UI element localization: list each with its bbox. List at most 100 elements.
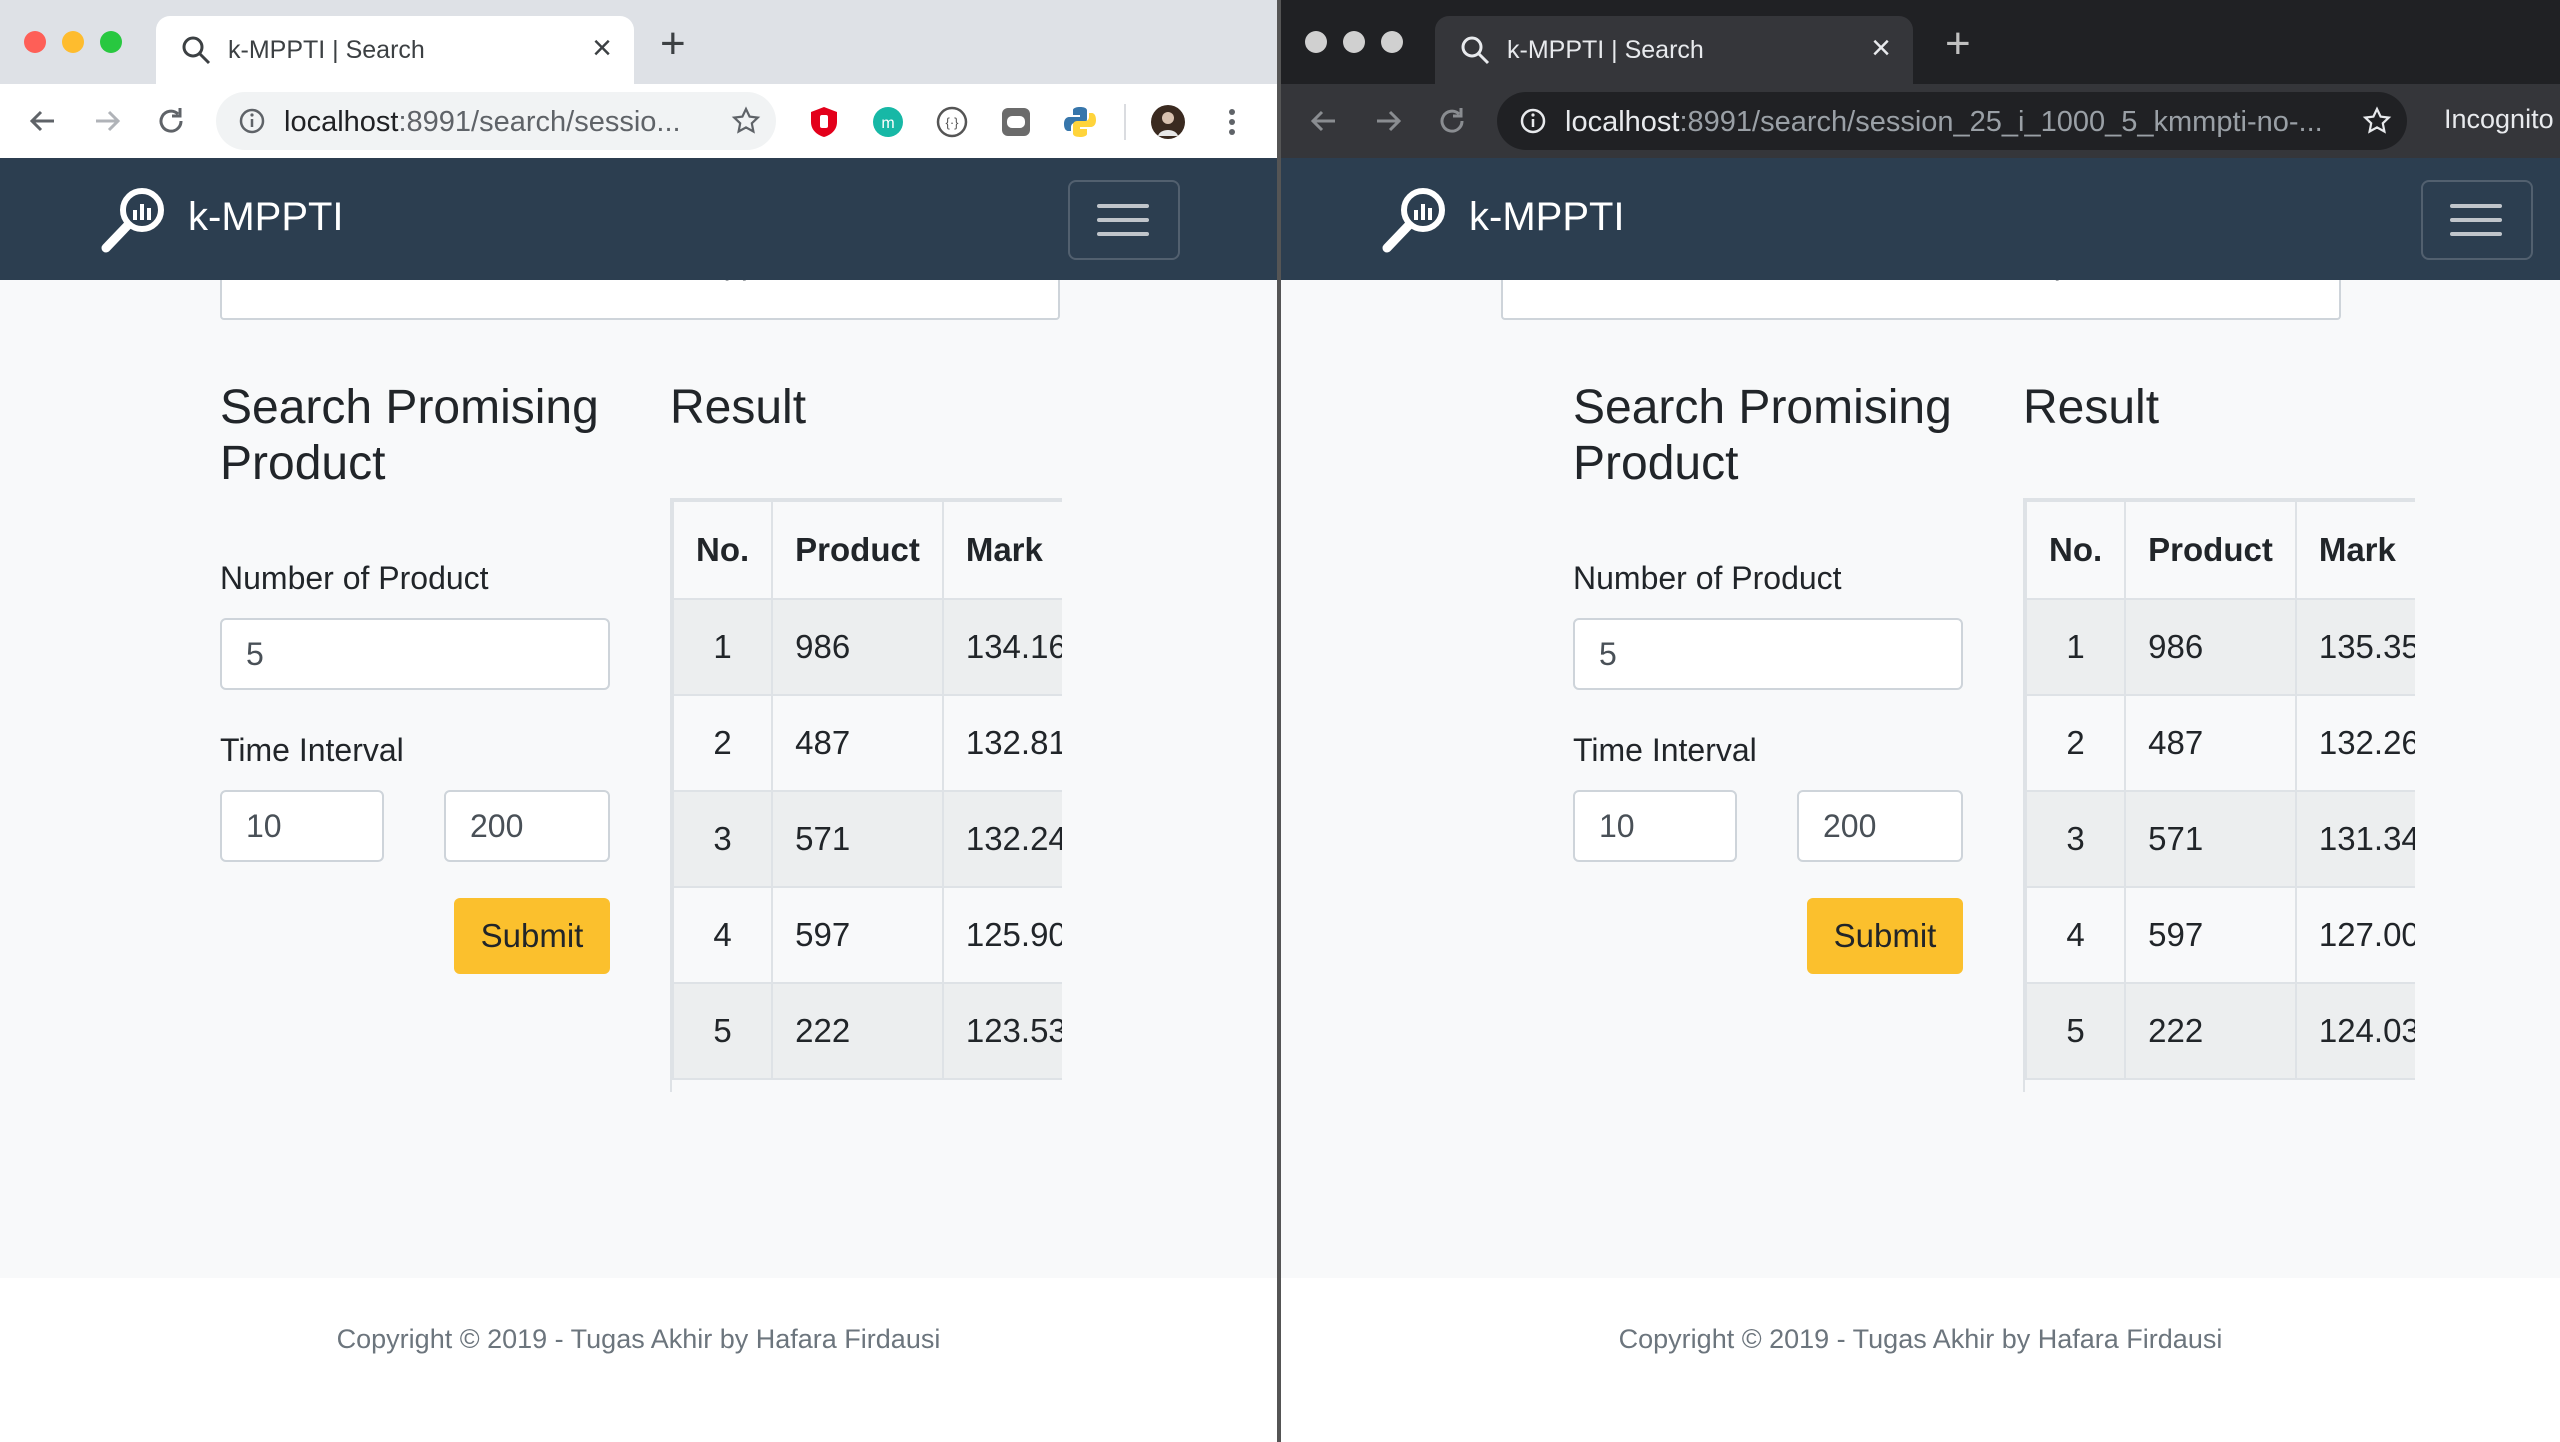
number-of-product-input[interactable]: 5 <box>1573 618 1963 690</box>
bookmark-star-icon[interactable] <box>730 105 762 137</box>
navbar: k-MPPTI <box>0 158 1277 280</box>
result-heading: Result <box>670 381 807 434</box>
navbar-toggle-button[interactable] <box>1068 180 1180 260</box>
minimize-window-button[interactable] <box>1343 31 1365 53</box>
address-bar[interactable]: localhost:8991/search/session_25_i_1000_… <box>1497 92 2407 150</box>
search-heading: Search Promising Product <box>220 381 599 490</box>
magnifier-chart-logo-icon <box>101 188 164 253</box>
cell-product: 571 <box>2124 790 2297 888</box>
page-content: session_25_i_1000_5_kmmpti-no-rsi k-MPPT… <box>1281 158 2560 1442</box>
navbar: k-MPPTI <box>1281 158 2560 280</box>
table-row: 2 487 132.81 <box>672 694 1062 792</box>
tab-title: k-MPPTI | Search <box>1507 36 1704 64</box>
svg-text:{·}: {·} <box>945 115 959 130</box>
submit-button[interactable]: Submit <box>1807 898 1963 974</box>
number-of-product-label: Number of Product <box>220 560 489 596</box>
cell-no: 3 <box>672 790 774 888</box>
menu-kebab-icon[interactable] <box>1214 104 1250 140</box>
browser-toolbar: localhost:8991/search/session_25_i_1000_… <box>1281 84 2560 158</box>
url-text: localhost:8991/search/session_25_i_1000_… <box>1565 106 2323 138</box>
reload-icon[interactable] <box>152 102 190 140</box>
number-of-product-label: Number of Product <box>1573 560 1842 596</box>
profile-avatar-icon[interactable] <box>1150 104 1186 140</box>
json-extension-icon[interactable]: {·} <box>934 104 970 140</box>
address-bar[interactable]: localhost:8991/search/sessio... <box>216 92 776 150</box>
tab-title: k-MPPTI | Search <box>228 36 425 64</box>
cell-mark: 134.16 <box>941 598 1062 696</box>
back-arrow-icon[interactable] <box>24 102 62 140</box>
toolbar-separator <box>1124 104 1126 140</box>
cell-product: 222 <box>2124 982 2297 1080</box>
browser-window-incognito: k-MPPTI | Search × + localhost:8991/sear… <box>1281 0 2560 1442</box>
navbar-brand[interactable]: k-MPPTI <box>100 180 344 254</box>
table-row: 2 487 132.26 <box>2025 694 2415 792</box>
minimize-window-button[interactable] <box>62 31 84 53</box>
table-row: 1 986 134.16 <box>672 598 1062 696</box>
table-row: 3 571 132.24 <box>672 790 1062 888</box>
cell-product: 597 <box>771 886 944 984</box>
bookmark-star-icon[interactable] <box>2361 105 2393 137</box>
search-heading: Search Promising Product <box>1573 381 1952 490</box>
window-controls <box>24 31 122 53</box>
url-text: localhost:8991/search/sessio... <box>284 106 681 138</box>
navbar-toggle-button[interactable] <box>2421 180 2533 260</box>
search-icon <box>1461 36 1490 65</box>
interval-end-input[interactable]: 200 <box>1797 790 1963 862</box>
interval-end-input[interactable]: 200 <box>444 790 610 862</box>
table-row: 4 597 125.90 <box>672 886 1062 984</box>
cell-product: 487 <box>2124 694 2297 792</box>
footer-copyright: Copyright © 2019 - Tugas Akhir by Hafara… <box>336 1324 941 1354</box>
cell-no: 4 <box>672 886 774 984</box>
maximize-window-button[interactable] <box>100 31 122 53</box>
info-icon[interactable] <box>238 107 266 135</box>
cell-product: 986 <box>2124 598 2297 696</box>
forward-arrow-icon[interactable] <box>1369 102 1407 140</box>
brand-title: k-MPPTI <box>1469 194 1625 239</box>
column-header-mark: Mark <box>2294 500 2415 600</box>
cell-product: 986 <box>771 598 944 696</box>
close-window-button[interactable] <box>24 31 46 53</box>
new-tab-button[interactable]: + <box>1945 22 1971 66</box>
cell-mark: 132.81 <box>941 694 1062 792</box>
tab-close-button[interactable]: × <box>592 30 612 66</box>
page-content: session_23_i_1000_5_kmppti-no-thread k-M… <box>0 158 1277 1442</box>
maximize-window-button[interactable] <box>1381 31 1403 53</box>
number-of-product-input[interactable]: 5 <box>220 618 610 690</box>
python-extension-icon[interactable] <box>1062 104 1098 140</box>
navbar-brand[interactable]: k-MPPTI <box>1381 180 1625 254</box>
incognito-label[interactable]: Incognito <box>2444 104 2554 135</box>
search-icon <box>182 36 211 65</box>
tab-active[interactable]: k-MPPTI | Search × <box>156 16 634 84</box>
close-window-button[interactable] <box>1305 31 1327 53</box>
column-header-no: No. <box>2025 500 2127 600</box>
info-icon[interactable] <box>1519 107 1547 135</box>
cell-no: 3 <box>2025 790 2127 888</box>
back-arrow-icon[interactable] <box>1305 102 1343 140</box>
tab-active[interactable]: k-MPPTI | Search × <box>1435 16 1913 84</box>
table-row: 5 222 123.53 <box>672 982 1062 1080</box>
interval-start-input[interactable]: 10 <box>220 790 384 862</box>
cell-product: 222 <box>771 982 944 1080</box>
result-heading: Result <box>2023 381 2160 434</box>
cell-mark: 124.03 <box>2294 982 2415 1080</box>
footer: Copyright © 2019 - Tugas Akhir by Hafara… <box>0 1278 1277 1442</box>
cell-mark: 125.90 <box>941 886 1062 984</box>
browser-window-normal: k-MPPTI | Search × + localhost:8991/sear… <box>0 0 1277 1442</box>
m-extension-icon[interactable]: m <box>870 104 906 140</box>
cell-no: 5 <box>2025 982 2127 1080</box>
new-tab-button[interactable]: + <box>660 22 686 66</box>
svg-text:m: m <box>881 115 894 132</box>
submit-button[interactable]: Submit <box>454 898 610 974</box>
ublock-extension-icon[interactable] <box>806 104 842 140</box>
reload-icon[interactable] <box>1433 102 1471 140</box>
line-extension-icon[interactable] <box>998 104 1034 140</box>
interval-start-input[interactable]: 10 <box>1573 790 1737 862</box>
table-row: 4 597 127.00 <box>2025 886 2415 984</box>
column-header-product: Product <box>2124 500 2297 600</box>
forward-arrow-icon[interactable] <box>88 102 126 140</box>
window-controls <box>1305 31 1403 53</box>
cell-no: 4 <box>2025 886 2127 984</box>
cell-no: 1 <box>672 598 774 696</box>
tab-close-button[interactable]: × <box>1871 30 1891 66</box>
table-row: 3 571 131.34 <box>2025 790 2415 888</box>
